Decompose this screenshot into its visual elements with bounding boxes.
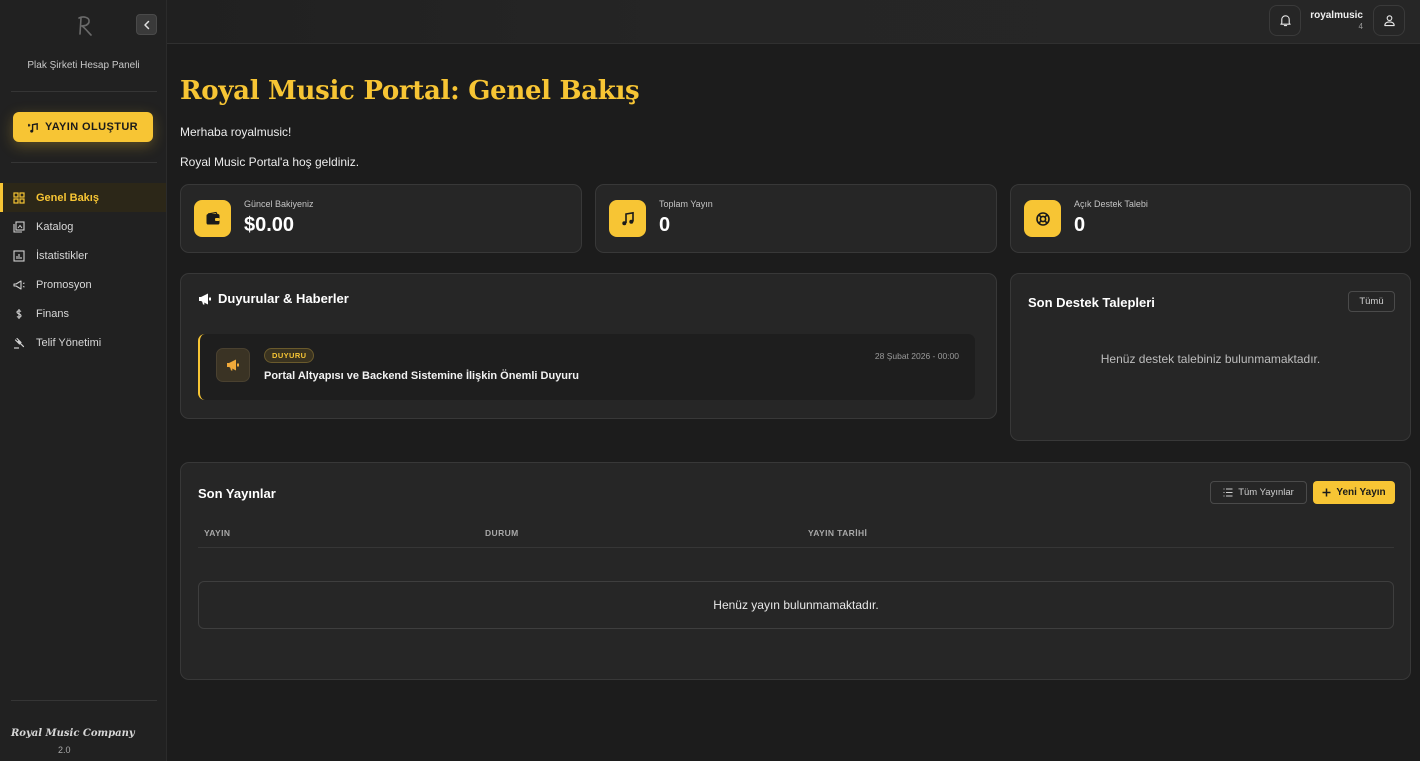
greeting-text: Merhaba royalmusic!	[180, 125, 292, 139]
page-title: Royal Music Portal: Genel Bakış	[180, 76, 640, 106]
new-release-label: Yeni Yayın	[1336, 487, 1386, 498]
megaphone-icon	[13, 279, 25, 290]
welcome-text: Royal Music Portal'a hoş geldiniz.	[180, 155, 360, 169]
announcement-icon-box	[216, 348, 250, 382]
support-tickets-title: Son Destek Talepleri	[1028, 295, 1155, 310]
stat-icon-box	[609, 200, 646, 237]
stat-value: 0	[1074, 214, 1086, 236]
stat-icon-box	[1024, 200, 1061, 237]
plus-icon	[1322, 488, 1331, 497]
sidebar-nav: Genel Bakış Katalog İstatistikler Promos…	[0, 183, 166, 357]
sidebar: Plak Şirketi Hesap Paneli YAYIN OLUŞTUR …	[0, 0, 167, 761]
stat-label: Toplam Yayın	[659, 199, 713, 209]
stat-card-balance: Güncel Bakiyeniz $0.00	[180, 184, 582, 253]
support-tickets-card: Son Destek Talepleri Tümü Henüz destek t…	[1010, 273, 1411, 441]
collapse-sidebar-button[interactable]	[136, 14, 157, 35]
column-header-release[interactable]: YAYIN	[204, 528, 230, 538]
column-header-release-date[interactable]: YAYIN TARİHİ	[808, 528, 867, 538]
bell-icon	[1279, 15, 1291, 27]
royal-logo-icon[interactable]	[73, 14, 95, 40]
username[interactable]: royalmusic	[1310, 10, 1363, 21]
stat-label: Güncel Bakiyeniz	[244, 199, 314, 209]
dashboard-grid-icon	[13, 191, 25, 204]
topbar: royalmusic 4	[167, 0, 1420, 44]
stat-card-releases: Toplam Yayın 0	[595, 184, 997, 253]
sidebar-item-promosyon[interactable]: Promosyon	[0, 270, 166, 299]
all-releases-label: Tüm Yayınlar	[1238, 487, 1294, 498]
chevron-left-icon	[143, 20, 149, 29]
recent-releases-title: Son Yayınlar	[198, 486, 276, 501]
sidebar-divider	[11, 700, 157, 701]
stat-label: Açık Destek Talebi	[1074, 199, 1148, 209]
panel-subtitle: Plak Şirketi Hesap Paneli	[27, 60, 140, 71]
all-tickets-button[interactable]: Tümü	[1348, 291, 1395, 312]
megaphone-icon	[227, 359, 239, 371]
create-release-label: YAYIN OLUŞTUR	[44, 121, 139, 133]
stat-value: 0	[659, 214, 671, 236]
table-header-divider	[198, 547, 1394, 548]
sidebar-item-istatistikler[interactable]: İstatistikler	[0, 241, 166, 270]
announcements-title: Duyurular & Haberler	[218, 291, 349, 306]
sidebar-item-katalog[interactable]: Katalog	[0, 212, 166, 241]
company-name: Royal Music Company	[11, 728, 135, 739]
announcement-date: 28 Şubat 2026 - 00:00	[874, 351, 959, 361]
releases-empty-state: Henüz yayın bulunmamaktadır.	[198, 581, 1394, 629]
all-releases-button[interactable]: Tüm Yayınlar	[1210, 481, 1307, 504]
sidebar-item-label: Finans	[36, 307, 70, 320]
music-plus-icon	[27, 122, 38, 133]
announcement-item[interactable]: DUYURU 28 Şubat 2026 - 00:00 Portal Alty…	[198, 334, 975, 400]
releases-empty-text: Henüz yayın bulunmamaktadır.	[713, 598, 879, 612]
sidebar-divider	[11, 162, 157, 163]
user-count: 4	[1358, 22, 1363, 31]
all-tickets-label: Tümü	[1359, 296, 1384, 307]
sidebar-item-label: Telif Yönetimi	[36, 336, 102, 349]
gavel-icon	[14, 337, 25, 349]
music-note-icon	[621, 211, 634, 225]
sidebar-item-finans[interactable]: Finans	[0, 299, 166, 328]
list-icon	[1223, 488, 1233, 497]
support-empty-text: Henüz destek talebiniz bulunmamaktadır.	[1100, 352, 1321, 366]
create-release-button[interactable]: YAYIN OLUŞTUR	[13, 112, 153, 142]
announcement-badge: DUYURU	[264, 348, 315, 363]
sidebar-item-label: İstatistikler	[36, 249, 88, 262]
sidebar-item-genel-bakis[interactable]: Genel Bakış	[0, 183, 166, 212]
stat-card-support: Açık Destek Talebi 0	[1010, 184, 1411, 253]
column-header-status[interactable]: DURUM	[485, 528, 519, 538]
sidebar-item-label: Katalog	[36, 220, 74, 233]
stat-value: $0.00	[244, 214, 295, 236]
megaphone-icon	[199, 293, 211, 305]
wallet-icon	[206, 211, 219, 224]
app-version: 2.0	[58, 745, 71, 755]
lifebuoy-icon	[1035, 211, 1050, 226]
profile-button[interactable]	[1373, 5, 1405, 36]
sidebar-item-label: Promosyon	[36, 278, 92, 291]
new-release-button[interactable]: Yeni Yayın	[1313, 481, 1395, 504]
catalog-icon	[13, 220, 25, 233]
sidebar-divider	[11, 91, 157, 92]
recent-releases-card: Son Yayınlar Tüm Yayınlar Yeni Yayın YAY…	[180, 462, 1411, 680]
notifications-button[interactable]	[1269, 5, 1301, 36]
user-icon	[1383, 15, 1395, 27]
sidebar-item-telif-yonetimi[interactable]: Telif Yönetimi	[0, 328, 166, 357]
chart-icon	[13, 249, 25, 262]
announcement-title[interactable]: Portal Altyapısı ve Backend Sistemine İl…	[264, 370, 579, 382]
sidebar-item-label: Genel Bakış	[36, 191, 99, 204]
stat-icon-box	[194, 200, 231, 237]
announcements-card: Duyurular & Haberler DUYURU 28 Şubat 202…	[180, 273, 997, 419]
dollar-icon	[16, 308, 22, 319]
